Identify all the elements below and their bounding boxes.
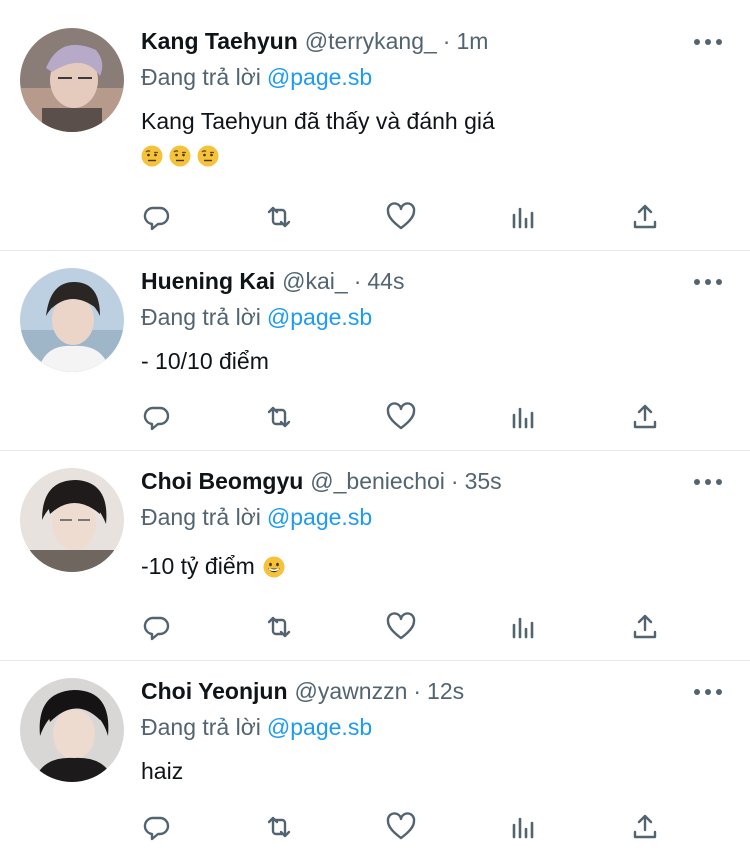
tweet-header: Choi Beomgyu @_beniechoi · 35s [141,468,502,500]
reply-icon[interactable] [140,610,174,644]
tweet-text: -10 tỷ điểm [141,553,285,580]
separator: · [450,468,459,494]
tweet-2[interactable]: Huening Kai @kai_ · 44s Đang trả lời @pag… [0,268,750,450]
more-options-icon[interactable] [694,478,722,486]
display-name[interactable]: Huening Kai [141,268,275,295]
tweet-actions [140,610,660,644]
tweet-actions [140,200,660,234]
reply-icon[interactable] [140,810,174,844]
separator: · [353,268,362,294]
tweet-header: Kang Taehyun @terrykang_ · 1m [141,28,488,60]
tweet-text-content: -10 tỷ điểm [141,553,255,579]
user-handle[interactable]: @kai_ [282,268,348,295]
replying-to: Đang trả lời @page.sb [141,64,372,91]
retweet-icon[interactable] [262,400,296,434]
mention-link[interactable]: @page.sb [267,504,372,530]
tweet-4[interactable]: Choi Yeonjun @yawnzzn · 12s Đang trả lời… [0,678,750,856]
share-icon[interactable] [628,400,662,434]
mention-link[interactable]: @page.sb [267,64,372,90]
tweet-header: Choi Yeonjun @yawnzzn · 12s [141,678,464,710]
tweet-header: Huening Kai @kai_ · 44s [141,268,404,300]
tweet-text: haiz [141,758,184,784]
face-with-raised-eyebrow-icon [197,145,219,167]
display-name[interactable]: Kang Taehyun [141,28,298,55]
timestamp[interactable]: 35s [465,468,502,495]
avatar[interactable] [20,678,124,782]
replying-to: Đang trả lời @page.sb [141,504,372,531]
tweet-feed: Kang Taehyun @terrykang_ · 1m Đang trả l… [0,0,750,856]
analytics-icon[interactable] [506,810,540,844]
replying-to: Đang trả lời @page.sb [141,304,372,331]
emoji-line [141,145,219,167]
mention-link[interactable]: @page.sb [267,304,372,330]
replying-to-label: Đang trả lời [141,304,261,330]
grinning-face-icon [263,556,285,577]
tweet-actions [140,810,660,844]
retweet-icon[interactable] [262,200,296,234]
tweet-text: - 10/10 điểm [141,348,269,374]
timestamp[interactable]: 44s [367,268,404,295]
share-icon[interactable] [628,610,662,644]
separator: · [442,28,451,54]
divider [0,450,750,451]
user-handle[interactable]: @_beniechoi [310,468,445,495]
analytics-icon[interactable] [506,400,540,434]
tweet-actions [140,400,660,434]
avatar[interactable] [20,268,124,372]
timestamp[interactable]: 1m [456,28,488,55]
replying-to-label: Đang trả lời [141,64,261,90]
face-with-raised-eyebrow-icon [141,145,163,167]
display-name[interactable]: Choi Beomgyu [141,468,303,495]
replying-to-label: Đang trả lời [141,504,261,530]
tweet-text: Kang Taehyun đã thấy và đánh giá [141,108,495,134]
user-handle[interactable]: @terrykang_ [305,28,437,55]
divider [0,660,750,661]
like-icon[interactable] [384,200,418,234]
reply-icon[interactable] [140,400,174,434]
replying-to: Đang trả lời @page.sb [141,714,372,741]
timestamp[interactable]: 12s [427,678,464,705]
divider [0,250,750,251]
separator: · [413,678,422,704]
tweet-1[interactable]: Kang Taehyun @terrykang_ · 1m Đang trả l… [0,28,750,250]
retweet-icon[interactable] [262,610,296,644]
reply-icon[interactable] [140,200,174,234]
analytics-icon[interactable] [506,200,540,234]
avatar[interactable] [20,468,124,572]
more-options-icon[interactable] [694,38,722,46]
share-icon[interactable] [628,810,662,844]
analytics-icon[interactable] [506,610,540,644]
more-options-icon[interactable] [694,278,722,286]
face-with-raised-eyebrow-icon [169,145,191,167]
mention-link[interactable]: @page.sb [267,714,372,740]
more-options-icon[interactable] [694,688,722,696]
replying-to-label: Đang trả lời [141,714,261,740]
avatar[interactable] [20,28,124,132]
like-icon[interactable] [384,610,418,644]
retweet-icon[interactable] [262,810,296,844]
user-handle[interactable]: @yawnzzn [295,678,408,705]
like-icon[interactable] [384,400,418,434]
like-icon[interactable] [384,810,418,844]
tweet-3[interactable]: Choi Beomgyu @_beniechoi · 35s Đang trả … [0,468,750,660]
display-name[interactable]: Choi Yeonjun [141,678,288,705]
share-icon[interactable] [628,200,662,234]
